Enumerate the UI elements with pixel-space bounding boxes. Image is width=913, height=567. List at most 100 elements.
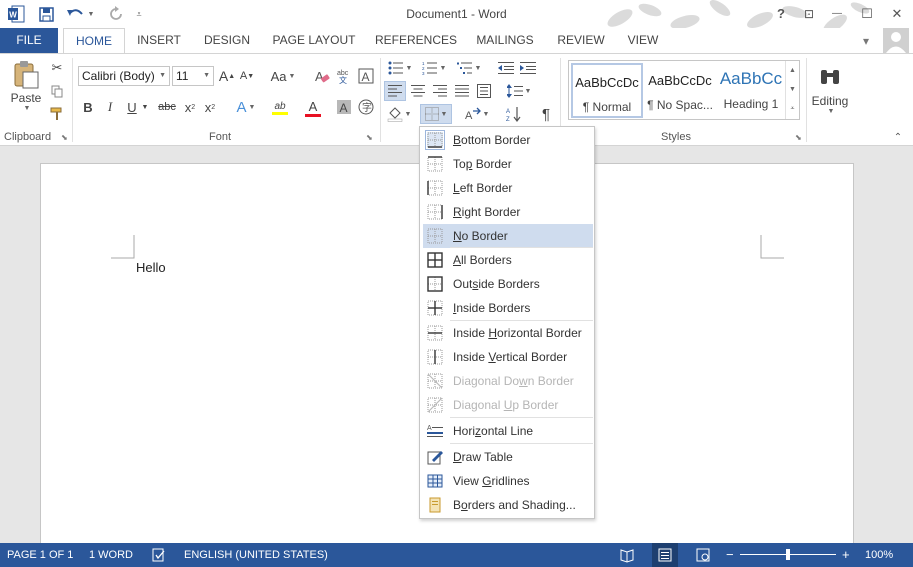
font-name-value: Calibri (Body) (82, 69, 155, 83)
increase-indent-icon[interactable] (518, 58, 538, 78)
superscript-button[interactable]: x2 (202, 97, 218, 117)
sort-icon[interactable]: AZ (504, 104, 524, 124)
tab-page-layout[interactable]: PAGE LAYOUT (268, 28, 360, 53)
account-dropdown-icon[interactable]: ▾ (863, 34, 877, 48)
left-border-item[interactable]: Left Border (423, 176, 593, 200)
phonetic-guide-icon[interactable]: abc 文 (334, 66, 354, 86)
word-logo-icon[interactable]: W (6, 4, 26, 24)
align-left-button[interactable] (384, 81, 406, 101)
style-normal[interactable]: AaBbCcDc ¶ Normal (571, 63, 643, 118)
cut-icon[interactable]: ✂ (48, 58, 66, 78)
save-icon[interactable] (36, 4, 56, 24)
show-formatting-marks-button[interactable]: ¶ (536, 104, 556, 124)
editing-button[interactable]: Editing ▼ (810, 58, 850, 124)
bottom-border-item[interactable]: Bottom Border (423, 128, 593, 152)
styles-scroll-up-icon[interactable]: ▲ (785, 61, 799, 80)
tab-file[interactable]: FILE (0, 28, 58, 53)
ribbon-display-options-button[interactable]: ⊡ (798, 4, 820, 24)
line-spacing-button[interactable]: ▼ (504, 81, 534, 101)
underline-button[interactable]: U (124, 97, 140, 117)
zoom-level[interactable]: 100% (865, 543, 893, 567)
top-border-item[interactable]: Top Border (423, 152, 593, 176)
clear-formatting-icon[interactable]: A (312, 66, 332, 86)
collapse-ribbon-icon[interactable]: ⌃ (890, 130, 906, 144)
close-button[interactable]: ✕ (886, 4, 908, 24)
style-no-spacing[interactable]: AaBbCcDc ¶ No Spac... (644, 63, 716, 118)
bold-button[interactable]: B (80, 97, 96, 117)
customize-qat-icon[interactable]: ⩡ (132, 4, 146, 24)
align-right-icon[interactable] (430, 81, 450, 101)
distributed-icon[interactable] (474, 81, 494, 101)
underline-dropdown-icon[interactable]: ▼ (140, 97, 150, 117)
no-border-item[interactable]: No Border (423, 224, 593, 248)
shading-button[interactable]: ▼ (384, 104, 414, 124)
maximize-button[interactable]: ☐ (856, 4, 878, 24)
decrease-indent-icon[interactable] (496, 58, 516, 78)
italic-button[interactable]: I (102, 97, 118, 117)
font-dialog-launcher-icon[interactable]: ⬊ (366, 133, 375, 142)
format-painter-icon[interactable] (48, 104, 66, 124)
undo-dropdown-icon[interactable]: ▼ (86, 4, 96, 24)
sort-asian-layout-button[interactable]: A ▼ (462, 104, 492, 124)
zoom-in-button[interactable]: + (842, 543, 850, 567)
styles-dialog-launcher-icon[interactable]: ⬊ (795, 133, 804, 142)
font-size-combo[interactable]: 11 ▼ (172, 66, 214, 86)
tab-references[interactable]: REFERENCES (374, 28, 458, 53)
zoom-out-button[interactable]: − (726, 543, 734, 567)
enclose-characters-icon[interactable]: 字 (356, 97, 376, 117)
borders-button[interactable]: ▼ (420, 104, 452, 124)
all-borders-item[interactable]: All Borders (423, 248, 593, 272)
styles-more-icon[interactable]: ⩡ (785, 99, 799, 119)
zoom-slider-thumb[interactable] (786, 549, 790, 560)
clipboard-dialog-launcher-icon[interactable]: ⬊ (61, 133, 70, 142)
inside-borders-item[interactable]: Inside Borders (423, 296, 593, 320)
redo-icon[interactable] (106, 4, 126, 24)
page-count[interactable]: PAGE 1 OF 1 (7, 543, 73, 567)
strikethrough-button[interactable]: abc (156, 97, 178, 117)
multilevel-list-button[interactable]: ▼ (454, 58, 484, 78)
tab-view[interactable]: VIEW (620, 28, 666, 53)
change-case-button[interactable]: Aa ▼ (268, 66, 298, 86)
horizontal-line-item[interactable]: A Horizontal Line (423, 419, 593, 443)
right-border-item[interactable]: Right Border (423, 200, 593, 224)
help-button[interactable]: ? (770, 4, 792, 24)
print-layout-icon[interactable] (652, 543, 678, 567)
tab-design[interactable]: DESIGN (198, 28, 256, 53)
view-gridlines-item[interactable]: View Gridlines (423, 469, 593, 493)
read-mode-icon[interactable] (620, 543, 636, 567)
tab-home[interactable]: HOME (63, 28, 125, 54)
shrink-font-button[interactable]: A ▼ (238, 66, 256, 86)
inside-vertical-border-item[interactable]: Inside Vertical Border (423, 345, 593, 369)
text-effects-button[interactable]: A ▼ (232, 97, 260, 117)
styles-scroll-down-icon[interactable]: ▼ (785, 80, 799, 99)
font-color-button[interactable]: A (298, 97, 328, 119)
copy-icon[interactable] (48, 81, 66, 101)
character-border-icon[interactable]: A (356, 66, 376, 86)
align-center-icon[interactable] (408, 81, 428, 101)
tab-insert[interactable]: INSERT (132, 28, 186, 53)
character-shading-icon[interactable]: A (334, 97, 354, 117)
font-name-combo[interactable]: Calibri (Body) ▼ (78, 66, 170, 86)
avatar[interactable] (883, 28, 909, 53)
proofing-icon[interactable] (152, 543, 168, 567)
word-count[interactable]: 1 WORD (89, 543, 133, 567)
grow-font-button[interactable]: A ▲ (218, 66, 236, 86)
document-text[interactable]: Hello (136, 260, 166, 275)
draw-table-item[interactable]: Draw Table (423, 445, 593, 469)
subscript-button[interactable]: x2 (182, 97, 198, 117)
highlight-color-button[interactable]: ab (264, 97, 296, 119)
justify-icon[interactable] (452, 81, 472, 101)
undo-icon[interactable] (64, 4, 86, 24)
paste-button[interactable]: Paste ▼ (6, 58, 46, 114)
outside-borders-item[interactable]: Outside Borders (423, 272, 593, 296)
borders-and-shading-item[interactable]: Borders and Shading... (423, 493, 593, 517)
bullets-button[interactable]: ▼ (386, 58, 414, 78)
tab-review[interactable]: REVIEW (552, 28, 610, 53)
inside-horizontal-border-item[interactable]: Inside Horizontal Border (423, 321, 593, 345)
minimize-button[interactable]: — (826, 4, 848, 24)
language-indicator[interactable]: ENGLISH (UNITED STATES) (184, 543, 328, 567)
numbering-button[interactable]: 1 2 3 ▼ (420, 58, 448, 78)
web-layout-icon[interactable] (696, 543, 712, 567)
style-heading-1[interactable]: AaBbCc Heading 1 (715, 63, 787, 118)
tab-mailings[interactable]: MAILINGS (470, 28, 540, 53)
